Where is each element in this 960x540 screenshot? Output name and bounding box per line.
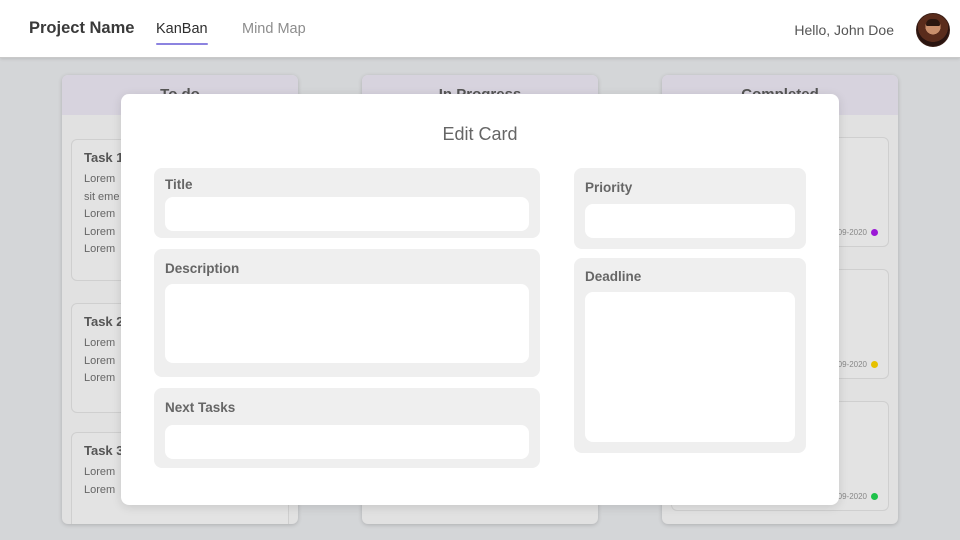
avatar[interactable] — [916, 13, 950, 47]
next-tasks-label: Next Tasks — [165, 400, 236, 415]
top-bar: Project Name KanBan Mind Map Hello, John… — [0, 0, 960, 58]
tab-mind-map-label: Mind Map — [242, 21, 306, 37]
title-label: Title — [165, 177, 193, 192]
active-tab-indicator — [156, 43, 208, 45]
deadline-label: Deadline — [585, 269, 642, 284]
card-date: 09-2020 — [837, 360, 867, 369]
priority-dot — [871, 493, 878, 500]
description-field-group: Description — [154, 249, 540, 377]
edit-card-dialog: Edit Card Title Description Next Tasks P… — [121, 94, 839, 505]
card-date: 09-2020 — [837, 228, 867, 237]
priority-dot — [871, 229, 878, 236]
dialog-title: Edit Card — [442, 124, 518, 144]
priority-input[interactable] — [585, 204, 795, 238]
project-name[interactable]: Project Name — [29, 19, 134, 38]
next-tasks-input[interactable] — [165, 425, 529, 459]
tab-kanban[interactable]: KanBan — [156, 21, 208, 45]
title-input[interactable] — [165, 197, 529, 231]
tab-kanban-label: KanBan — [156, 21, 208, 37]
user-greeting: Hello, John Doe — [794, 22, 894, 38]
description-input[interactable] — [165, 284, 529, 363]
next-tasks-field-group: Next Tasks — [154, 388, 540, 468]
card-date: 09-2020 — [837, 492, 867, 501]
description-label: Description — [165, 261, 240, 276]
deadline-field-group: Deadline — [574, 258, 806, 453]
title-field-group: Title — [154, 168, 540, 238]
priority-field-group: Priority — [574, 168, 806, 249]
card-meta: 09-2020 — [838, 360, 878, 369]
card-meta: 09-2020 — [838, 492, 878, 501]
card-meta: 09-2020 — [838, 228, 878, 237]
tab-mind-map[interactable]: Mind Map — [242, 21, 306, 37]
deadline-picker[interactable] — [585, 292, 795, 442]
priority-label: Priority — [585, 180, 633, 195]
priority-dot — [871, 361, 878, 368]
